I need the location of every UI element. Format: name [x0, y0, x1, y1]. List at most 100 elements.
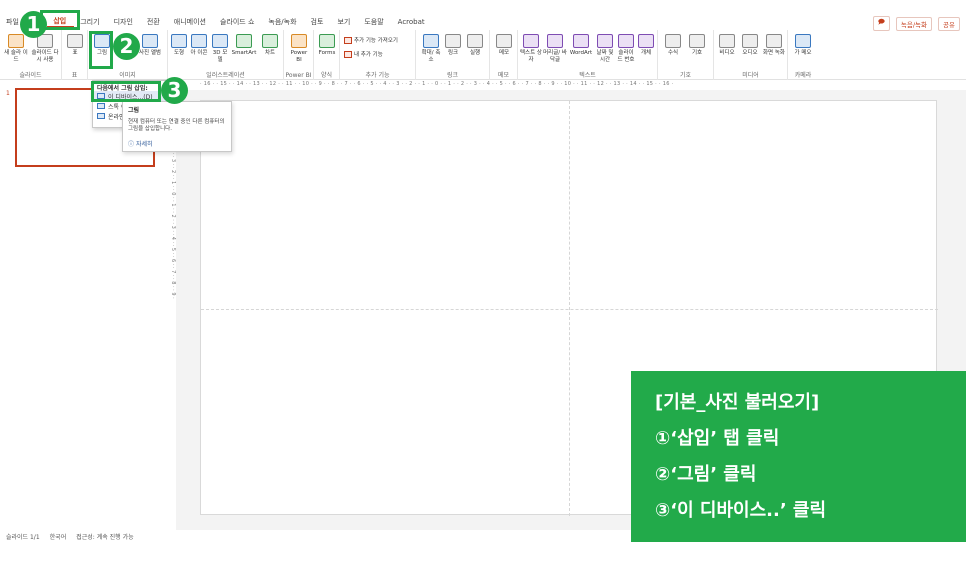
object-button[interactable]: 개체	[636, 34, 656, 57]
horizontal-guide	[201, 309, 938, 310]
group-camera: 가 메오 카메라	[788, 30, 818, 80]
reuse-slides-button[interactable]: 슬라이드 다시 사용	[30, 34, 60, 64]
language-indicator[interactable]: 한국어	[50, 532, 67, 541]
equation-button[interactable]: 수식	[662, 34, 684, 57]
cameo-button[interactable]: 가 메오	[792, 34, 814, 57]
ribbon-tabs: 파일 홈 삽입 그리기 디자인 전환 애니메이션 슬라이드 쇼 녹음/녹화 검토…	[0, 14, 966, 30]
slide-thumbnail-number: 1	[6, 90, 10, 97]
tab-acrobat[interactable]: Acrobat	[392, 18, 433, 26]
textbox-icon	[523, 34, 539, 48]
tab-record[interactable]: 녹음/녹화	[262, 17, 304, 27]
group-symbols: 수식 기호 기호	[658, 30, 714, 80]
slide-number-icon	[618, 34, 634, 48]
stock-images-icon	[97, 103, 105, 109]
group-label: 메모	[497, 72, 510, 79]
datetime-button[interactable]: 날짜 및 시간	[595, 34, 615, 64]
accessibility-status[interactable]: 접근성: 계속 진행 가능	[76, 532, 133, 541]
get-addins-button[interactable]: 추가 기능 가져오기	[344, 36, 398, 44]
slide-number-button[interactable]: 슬라이드 번호	[616, 34, 636, 64]
symbol-button[interactable]: 기호	[686, 34, 708, 57]
omega-icon	[689, 34, 705, 48]
tab-design[interactable]: 디자인	[108, 17, 141, 27]
group-label: 기호	[679, 72, 692, 79]
action-button[interactable]: 실행	[464, 34, 486, 57]
comment-icon[interactable]: 🗩	[872, 16, 890, 31]
tab-transitions[interactable]: 전환	[141, 17, 168, 27]
comment-button[interactable]: 메모	[494, 34, 514, 57]
group-links: 확대/ 축소 링크 실행 링크	[416, 30, 490, 80]
header-footer-button[interactable]: 머리글/ 바닥글	[543, 34, 567, 64]
cube-icon	[212, 34, 228, 48]
link-button[interactable]: 링크	[442, 34, 464, 57]
group-media: 비디오 오디오 화면 녹화 미디어	[714, 30, 788, 80]
3d-models-button[interactable]: 3D 모 델	[210, 34, 230, 64]
new-slide-button[interactable]: 새 슬라 이드	[3, 34, 29, 64]
zoom-icon	[423, 34, 439, 48]
step-marker-1: 1	[20, 11, 47, 38]
instruction-step-2: ②‘그림’ 클릭	[655, 464, 757, 485]
instruction-step-1: ①‘삽입’ 탭 클릭	[655, 428, 780, 449]
forms-icon	[319, 34, 335, 48]
group-label: 양식	[320, 72, 333, 79]
ribbon: 새 슬라 이드 슬라이드 다시 사용 슬라이드 표 표 그림 사진 앨범 이미지…	[0, 30, 966, 80]
screen-recording-button[interactable]: 화면 녹화	[762, 34, 786, 57]
group-addins: 추가 기능 가져오기 내 추가 기능 추가 기능	[340, 30, 416, 80]
pi-icon	[665, 34, 681, 48]
video-button[interactable]: 비디오	[716, 34, 738, 57]
tab-review[interactable]: 검토	[305, 17, 332, 27]
wordart-button[interactable]: WordArt	[568, 34, 594, 57]
bottom-margin	[0, 542, 966, 563]
new-slide-icon	[8, 34, 24, 48]
table-button[interactable]: 표	[65, 34, 85, 57]
photo-album-icon	[142, 34, 158, 48]
share-button[interactable]: 공유	[938, 16, 960, 31]
store-icon	[344, 36, 352, 44]
group-label: Power BI	[285, 72, 312, 79]
link-icon	[445, 34, 461, 48]
help-icon: ⓘ	[128, 141, 135, 148]
record-button[interactable]: 녹음/녹화	[895, 16, 933, 31]
object-icon	[638, 34, 654, 48]
group-label: 표	[71, 72, 78, 79]
chart-button[interactable]: 차트	[260, 34, 280, 57]
group-label: 일러스트레이션	[206, 72, 245, 79]
textbox-button[interactable]: 텍스트 상자	[520, 34, 542, 64]
group-text: 텍스트 상자 머리글/ 바닥글 WordArt 날짜 및 시간 슬라이드 번호 …	[518, 30, 658, 80]
icons-icon	[191, 34, 207, 48]
screen-record-icon	[766, 34, 782, 48]
my-addins-button[interactable]: 내 추가 기능	[344, 50, 383, 58]
slide-counter: 슬라이드 1/1	[6, 533, 40, 541]
shapes-icon	[171, 34, 187, 48]
powerbi-button[interactable]: Power BI	[288, 34, 310, 64]
highlight-picture-button	[89, 31, 113, 69]
shapes-button[interactable]: 도형	[170, 34, 188, 57]
tooltip-title: 그림	[128, 107, 140, 114]
chart-icon	[262, 34, 278, 48]
calendar-icon	[597, 34, 613, 48]
tab-animations[interactable]: 애니메이션	[168, 17, 214, 27]
tooltip-learn-more[interactable]: ⓘ 자세히	[128, 139, 226, 148]
tab-view[interactable]: 보기	[331, 17, 358, 27]
comment-icon	[496, 34, 512, 48]
speaker-icon	[742, 34, 758, 48]
group-label: 카메라	[794, 72, 812, 79]
smartart-icon	[236, 34, 252, 48]
group-illustrations: 도형 아 이콘 3D 모 델 SmartArt 차트 일러스트레이션	[168, 30, 284, 80]
tooltip-body: 현재 컴퓨터 또는 연결 중인 다른 컴퓨터의 그림을 삽입합니다.	[128, 119, 225, 132]
tab-slideshow[interactable]: 슬라이드 쇼	[214, 17, 262, 27]
camera-icon	[795, 34, 811, 48]
icons-button[interactable]: 아 이콘	[190, 34, 208, 57]
group-label: 추가 기능	[365, 72, 390, 79]
group-forms: Forms 양식	[314, 30, 340, 80]
tab-help[interactable]: 도움말	[358, 17, 391, 27]
picture-tooltip: 그림 현재 컴퓨터 또는 연결 중인 다른 컴퓨터의 그림을 삽입합니다. ⓘ 자…	[122, 101, 232, 152]
audio-button[interactable]: 오디오	[739, 34, 761, 57]
group-label: 미디어	[742, 72, 759, 79]
smartart-button[interactable]: SmartArt	[230, 34, 258, 57]
wordart-icon	[573, 34, 589, 48]
group-table: 표 표	[62, 30, 88, 80]
zoom-button[interactable]: 확대/ 축소	[420, 34, 442, 64]
forms-button[interactable]: Forms	[317, 34, 337, 57]
powerbi-icon	[291, 34, 307, 48]
photo-album-button[interactable]: 사진 앨범	[138, 34, 162, 57]
